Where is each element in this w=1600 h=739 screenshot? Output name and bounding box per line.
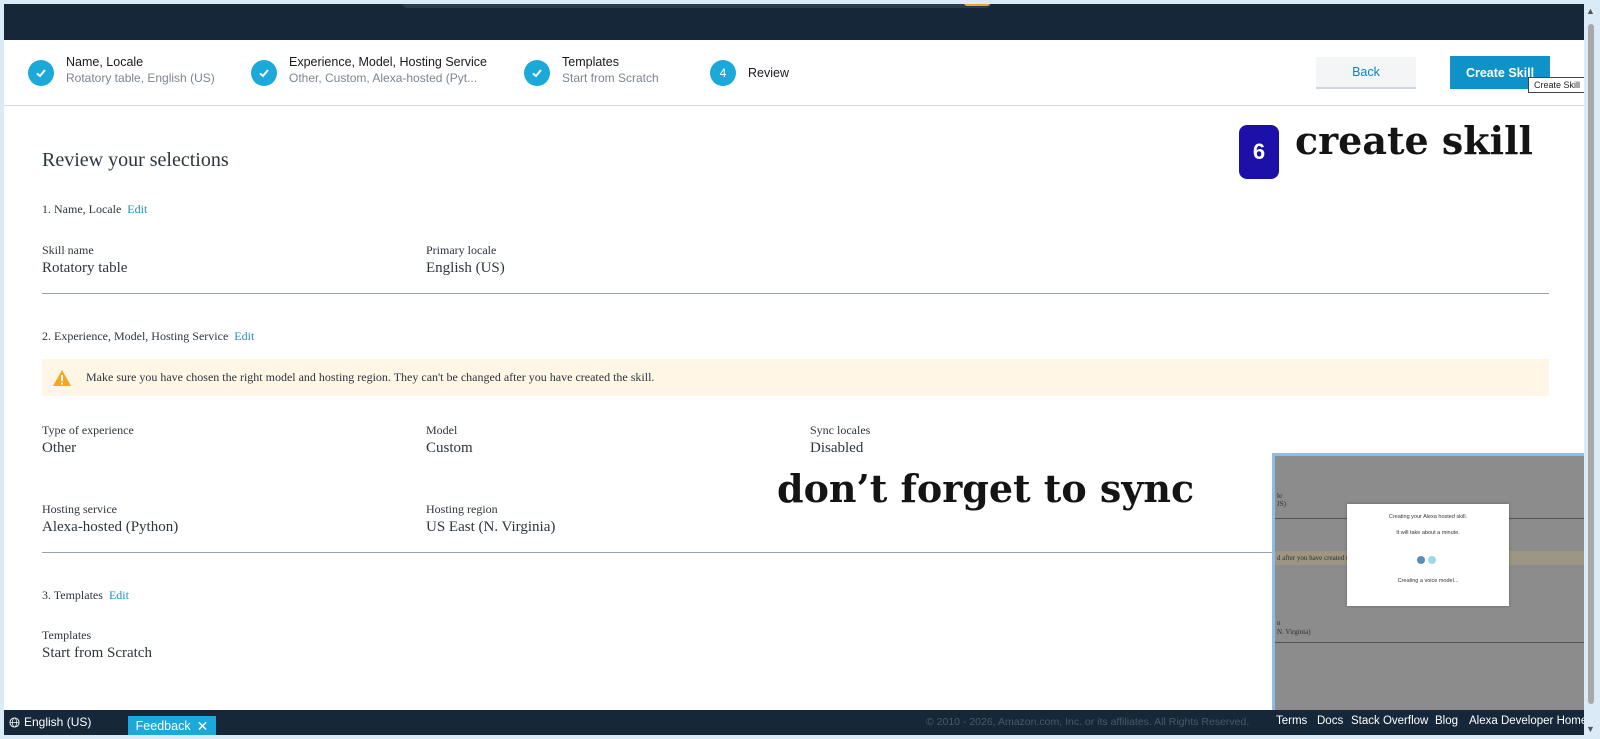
annotation-create-skill: create skill [1295,118,1533,163]
step-title: Templates [562,55,619,69]
divider [1275,642,1584,643]
page-title: Review your selections [42,149,229,171]
templates-label: Templates [42,628,92,642]
search-button[interactable] [964,4,990,6]
warning-banner: Make sure you have chosen the right mode… [42,359,1549,396]
section-experience-model-hosting: 2. Experience, Model, Hosting Service Edi… [42,329,254,344]
background-text: N. Virginia) [1277,628,1311,636]
feedback-label: Feedback [135,719,191,733]
footer-link-alexa-developer-home[interactable]: Alexa Developer Home [1469,715,1584,727]
background-text: n [1277,619,1281,627]
page-footer: English (US) Feedback ✕ © 2010 - 2026, A… [4,710,1584,735]
browser-frame: Name, Locale Rotatory table, English (US… [4,4,1584,735]
sync-locales-label: Sync locales [810,423,871,437]
step-title: Experience, Model, Hosting Service [289,55,488,69]
creating-skill-modal: Creating your Alexa hosted skill. It wil… [1347,504,1509,606]
sync-locales-value: Disabled [810,440,864,456]
footer-link-docs[interactable]: Docs [1317,715,1343,727]
skill-name-label: Skill name [42,243,94,257]
section-heading: 2. Experience, Model, Hosting Service [42,329,229,343]
annotation-sync-reminder: don’t forget to sync [777,466,1195,511]
scroll-down-icon[interactable]: ▼ [1586,724,1595,734]
step-subtitle: Rotatory table, English (US) [66,71,215,85]
step-title: Review [748,66,789,80]
step-experience-model-hosting[interactable]: Experience, Model, Hosting Service Other… [251,54,487,90]
back-button[interactable]: Back [1316,57,1416,89]
globe-icon [9,716,20,728]
background-text: le [1277,492,1283,500]
type-of-experience-label: Type of experience [42,423,134,437]
primary-locale-value: English (US) [426,260,505,276]
skill-name-value: Rotatory table [42,260,128,276]
wizard-stepper: Name, Locale Rotatory table, English (US… [4,40,1584,106]
create-skill-tooltip: Create Skill [1528,77,1584,93]
copyright-text: © 2010 - 2026, Amazon.com, Inc. or its a… [926,716,1250,728]
modal-status: Creating a voice model... [1397,578,1459,584]
primary-locale-label: Primary locale [426,243,497,257]
divider [42,293,1549,294]
section-templates: 3. Templates Edit [42,588,129,603]
search-bar[interactable] [402,4,992,8]
model-value: Custom [426,440,473,456]
step-subtitle: Other, Custom, Alexa-hosted (Pyt... [289,71,478,85]
edit-templates-link[interactable]: Edit [109,588,129,602]
step-title: Name, Locale [66,55,144,69]
warning-icon [53,369,71,386]
checkmark-icon [524,60,550,86]
checkmark-icon [251,60,277,86]
hosting-region-label: Hosting region [426,502,498,516]
hosting-region-value: US East (N. Virginia) [426,519,556,535]
close-icon[interactable]: ✕ [197,718,209,735]
section-heading: 1. Name, Locale [42,202,122,216]
edit-name-locale-link[interactable]: Edit [127,202,147,216]
warning-text: Make sure you have chosen the right mode… [86,370,655,384]
footer-link-stack-overflow[interactable]: Stack Overflow [1351,715,1428,727]
modal-title: Creating your Alexa hosted skill. [1388,514,1468,520]
scroll-up-icon[interactable]: ▲ [1586,6,1595,16]
step-review[interactable]: 4 Review [710,54,789,90]
footer-link-terms[interactable]: Terms [1276,715,1307,727]
feedback-button[interactable]: Feedback ✕ [128,716,216,735]
loading-dot-icon [1417,556,1425,564]
model-label: Model [426,423,458,437]
language-label: English (US) [24,715,92,729]
section-heading: 3. Templates [42,588,103,602]
edit-experience-link[interactable]: Edit [234,329,254,343]
step-number-badge: 6 [1239,125,1279,179]
step-name-locale[interactable]: Name, Locale Rotatory table, English (US… [28,54,215,90]
inset-preview: le JS) d after you have created the sk n… [1272,453,1584,715]
step-subtitle: Start from Scratch [562,71,659,85]
footer-link-blog[interactable]: Blog [1435,715,1458,727]
templates-value: Start from Scratch [42,645,152,661]
hosting-service-label: Hosting service [42,502,117,516]
loading-dot-icon [1428,556,1436,564]
background-text: JS) [1277,500,1286,508]
modal-subtitle: It will take about a minute. [1396,530,1460,536]
top-navigation-bar [4,4,1584,40]
checkmark-icon [28,60,54,86]
hosting-service-value: Alexa-hosted (Python) [42,519,179,535]
type-of-experience-value: Other [42,440,77,456]
language-selector[interactable]: English (US) [9,715,91,729]
vertical-scrollbar[interactable] [1588,24,1594,704]
step-templates[interactable]: Templates Start from Scratch [524,54,659,90]
step-number: 4 [710,60,736,86]
section-name-locale: 1. Name, Locale Edit [42,202,147,217]
